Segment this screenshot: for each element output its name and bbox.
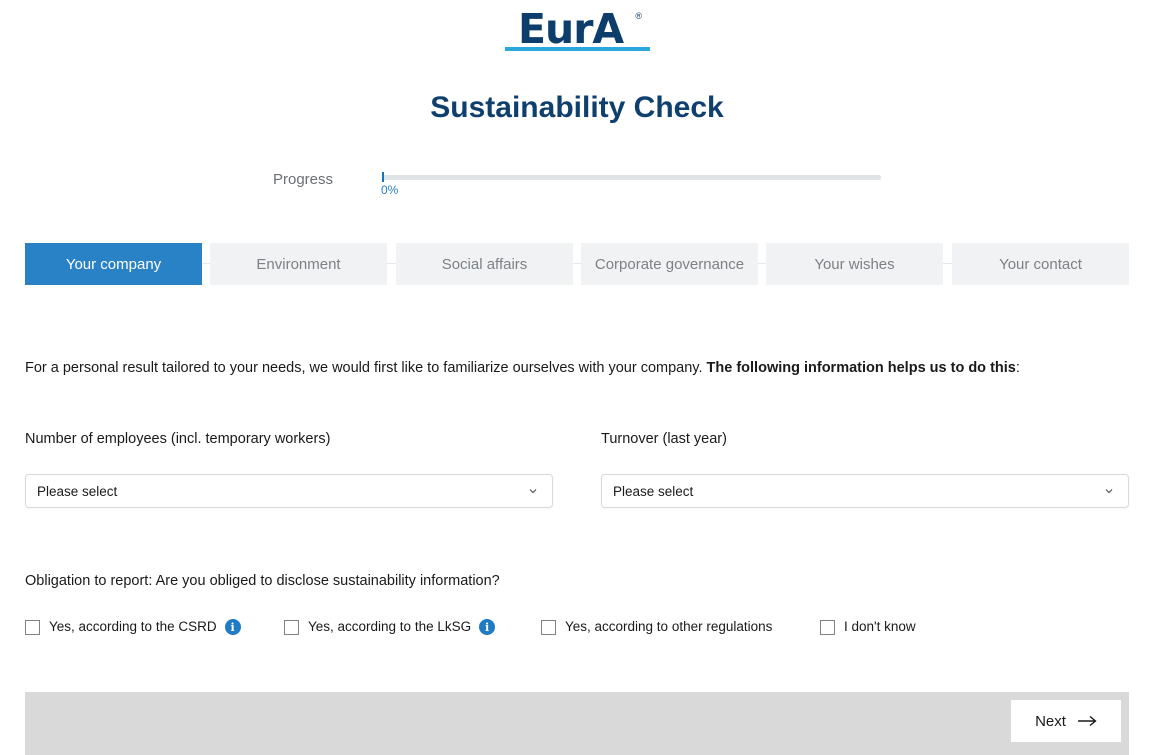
progress-label: Progress	[273, 171, 334, 188]
checkbox-csrd[interactable]	[25, 619, 40, 635]
chevron-down-icon	[529, 489, 537, 494]
intro-text: For a personal result tailored to your n…	[25, 358, 1020, 378]
intro-emphasis: The following information helps us to do…	[706, 360, 1016, 376]
logo-text: EurA	[518, 5, 624, 53]
option-lksg-label: Yes, according to the LkSG	[308, 619, 472, 634]
progress-bar	[382, 172, 881, 182]
tab-your-wishes[interactable]: Your wishes	[766, 243, 943, 285]
option-other-regulations[interactable]: Yes, according to other regulations	[541, 617, 772, 637]
next-button[interactable]: Next	[1011, 700, 1121, 742]
progress-value: 0%	[381, 183, 399, 197]
tab-your-contact[interactable]: Your contact	[952, 243, 1129, 285]
step-tabs: Your company Environment Social affairs …	[25, 243, 1129, 285]
tab-your-company[interactable]: Your company	[25, 243, 202, 285]
employees-select-value: Please select	[37, 484, 118, 499]
info-icon[interactable]: i	[224, 619, 241, 635]
turnover-select-value: Please select	[613, 484, 694, 499]
employees-select[interactable]: Please select	[25, 474, 553, 508]
next-button-label: Next	[1035, 712, 1066, 730]
tab-environment[interactable]: Environment	[210, 243, 387, 285]
tab-corporate-governance[interactable]: Corporate governance	[581, 243, 758, 285]
checkbox-lksg[interactable]	[284, 619, 299, 635]
checkbox-dont-know[interactable]	[820, 619, 835, 635]
eura-logo[interactable]: EurA ®	[504, 5, 650, 53]
form-footer	[25, 692, 1129, 755]
option-lksg[interactable]: Yes, according to the LkSG i	[284, 617, 496, 637]
turnover-label: Turnover (last year)	[601, 431, 727, 447]
option-dont-know[interactable]: I don't know	[820, 617, 916, 637]
option-dont-know-label: I don't know	[844, 619, 916, 634]
option-csrd[interactable]: Yes, according to the CSRD i	[25, 617, 241, 637]
registered-mark: ®	[635, 11, 642, 21]
progress-fill	[382, 172, 384, 182]
employees-label: Number of employees (incl. temporary wor…	[25, 431, 331, 447]
option-csrd-label: Yes, according to the CSRD	[49, 619, 217, 634]
reporting-question: Obligation to report: Are you obliged to…	[25, 573, 500, 589]
turnover-select[interactable]: Please select	[601, 474, 1129, 508]
info-icon[interactable]: i	[479, 619, 496, 635]
option-other-regulations-label: Yes, according to other regulations	[565, 619, 773, 634]
page-title: Sustainability Check	[430, 91, 724, 124]
arrow-right-icon	[1077, 715, 1097, 727]
intro-suffix: :	[1015, 360, 1020, 376]
intro-sentence: For a personal result tailored to your n…	[25, 360, 707, 376]
logo-underline	[505, 47, 650, 51]
chevron-down-icon	[1105, 489, 1113, 494]
tab-social-affairs[interactable]: Social affairs	[396, 243, 573, 285]
checkbox-other-regulations[interactable]	[541, 619, 556, 635]
